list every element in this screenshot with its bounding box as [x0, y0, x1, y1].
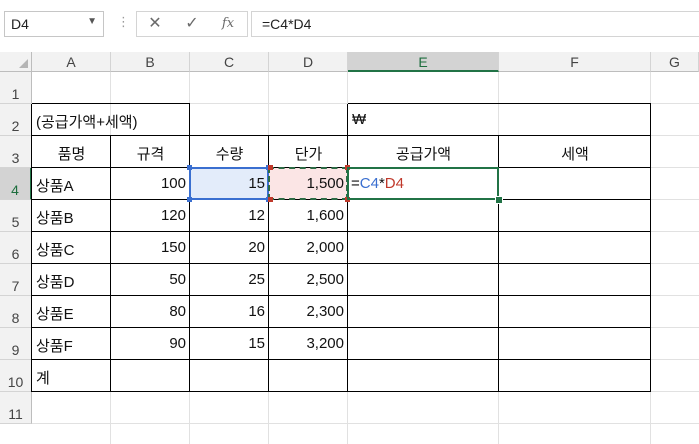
table-border	[31, 104, 32, 392]
ref-handle-d4[interactable]	[268, 165, 273, 170]
row-header-10[interactable]: 10	[0, 360, 32, 392]
item-spec-cell[interactable]: 80	[115, 303, 186, 328]
row-header-9[interactable]: 9	[0, 328, 32, 360]
select-all-button[interactable]	[0, 52, 32, 72]
table-border	[348, 103, 651, 104]
cell-e2[interactable]: ₩	[352, 111, 495, 136]
item-price-cell[interactable]: 2,300	[273, 303, 344, 328]
ref-border-d4	[268, 167, 348, 200]
header-cell[interactable]: 단가	[273, 143, 344, 168]
table-border	[110, 136, 111, 392]
column-header-a[interactable]: A	[32, 52, 111, 72]
ref-handle-c4[interactable]	[187, 165, 192, 170]
table-border	[650, 136, 651, 392]
item-spec-cell[interactable]: 150	[115, 239, 186, 264]
item-name-cell[interactable]: 상품B	[36, 207, 107, 232]
select-all-triangle-icon	[19, 59, 28, 68]
name-box-value: D4	[11, 16, 29, 32]
table-border	[32, 295, 651, 296]
row-header-8[interactable]: 8	[0, 296, 32, 328]
table-border	[32, 391, 651, 392]
formula-input[interactable]: =C4*D4	[251, 11, 699, 37]
item-spec-cell[interactable]: 100	[115, 175, 186, 200]
row-header-5[interactable]: 5	[0, 200, 32, 232]
name-box[interactable]: D4 ▼	[4, 11, 104, 37]
item-qty-cell[interactable]: 12	[194, 207, 265, 232]
ref-border-c4	[189, 167, 269, 200]
item-qty-cell[interactable]: 20	[194, 239, 265, 264]
chevron-down-icon[interactable]: ▼	[87, 16, 97, 27]
table-border	[32, 135, 651, 136]
item-price-cell[interactable]: 2,000	[273, 239, 344, 264]
item-price-cell[interactable]: 2,500	[273, 271, 344, 296]
row-header-7[interactable]: 7	[0, 264, 32, 296]
table-border	[189, 104, 190, 136]
table-border	[32, 231, 651, 232]
row-header-4[interactable]: 4	[0, 168, 32, 200]
item-name-cell[interactable]: 상품D	[36, 271, 107, 296]
table-border	[32, 359, 651, 360]
header-cell[interactable]: 세액	[503, 143, 647, 168]
formula-text: =C4*D4	[262, 16, 312, 32]
item-price-cell[interactable]: 1,600	[273, 207, 344, 232]
column-header-e[interactable]: E	[348, 52, 499, 72]
header-cell[interactable]: 품명	[36, 143, 107, 168]
column-header-g[interactable]: G	[651, 52, 699, 72]
row-header-6[interactable]: 6	[0, 232, 32, 264]
row-header-11[interactable]: 11	[0, 392, 32, 424]
insert-function-button[interactable]: fx	[215, 14, 241, 34]
x-icon: ✕	[148, 15, 162, 32]
total-label-cell[interactable]: 계	[36, 367, 107, 392]
table-border	[650, 104, 651, 136]
formula-bar: D4 ▼ ⋮ ✕ ✓ fx =C4*D4	[0, 0, 699, 52]
gridline-horizontal	[32, 423, 699, 424]
fx-icon: fx	[221, 16, 235, 31]
column-header-f[interactable]: F	[499, 52, 651, 72]
item-name-cell[interactable]: 상품E	[36, 303, 107, 328]
drag-handle-icon[interactable]: ⋮	[117, 14, 130, 30]
cell-a2[interactable]: (공급가액+세액)	[36, 111, 138, 136]
item-price-cell[interactable]: 3,200	[273, 335, 344, 360]
item-qty-cell[interactable]: 16	[194, 303, 265, 328]
table-border	[32, 263, 651, 264]
item-spec-cell[interactable]: 90	[115, 335, 186, 360]
column-header-d[interactable]: D	[269, 52, 348, 72]
column-header-b[interactable]: B	[111, 52, 190, 72]
item-qty-cell[interactable]: 25	[194, 271, 265, 296]
item-name-cell[interactable]: 상품C	[36, 239, 107, 264]
fill-handle[interactable]	[495, 196, 503, 204]
active-cell-e4[interactable]	[347, 167, 499, 200]
header-cell[interactable]: 규격	[115, 143, 186, 168]
ref-handle-d4[interactable]	[268, 197, 273, 202]
enter-button[interactable]: ✓	[179, 14, 205, 34]
row-header-2[interactable]: 2	[0, 104, 32, 136]
item-name-cell[interactable]: 상품A	[36, 175, 107, 200]
table-border	[32, 327, 651, 328]
cancel-button[interactable]: ✕	[142, 14, 168, 34]
item-name-cell[interactable]: 상품F	[36, 335, 107, 360]
item-qty-cell[interactable]: 15	[194, 335, 265, 360]
formula-buttons: ✕ ✓ fx	[136, 11, 248, 37]
ref-handle-c4[interactable]	[187, 197, 192, 202]
check-icon: ✓	[185, 15, 199, 32]
table-border	[347, 104, 348, 136]
row-header-1[interactable]: 1	[0, 72, 32, 104]
item-spec-cell[interactable]: 50	[115, 271, 186, 296]
table-border	[32, 103, 190, 104]
header-cell[interactable]: 공급가액	[352, 143, 495, 168]
column-header-c[interactable]: C	[190, 52, 269, 72]
row-header-3[interactable]: 3	[0, 136, 32, 168]
header-cell[interactable]: 수량	[194, 143, 265, 168]
item-spec-cell[interactable]: 120	[115, 207, 186, 232]
